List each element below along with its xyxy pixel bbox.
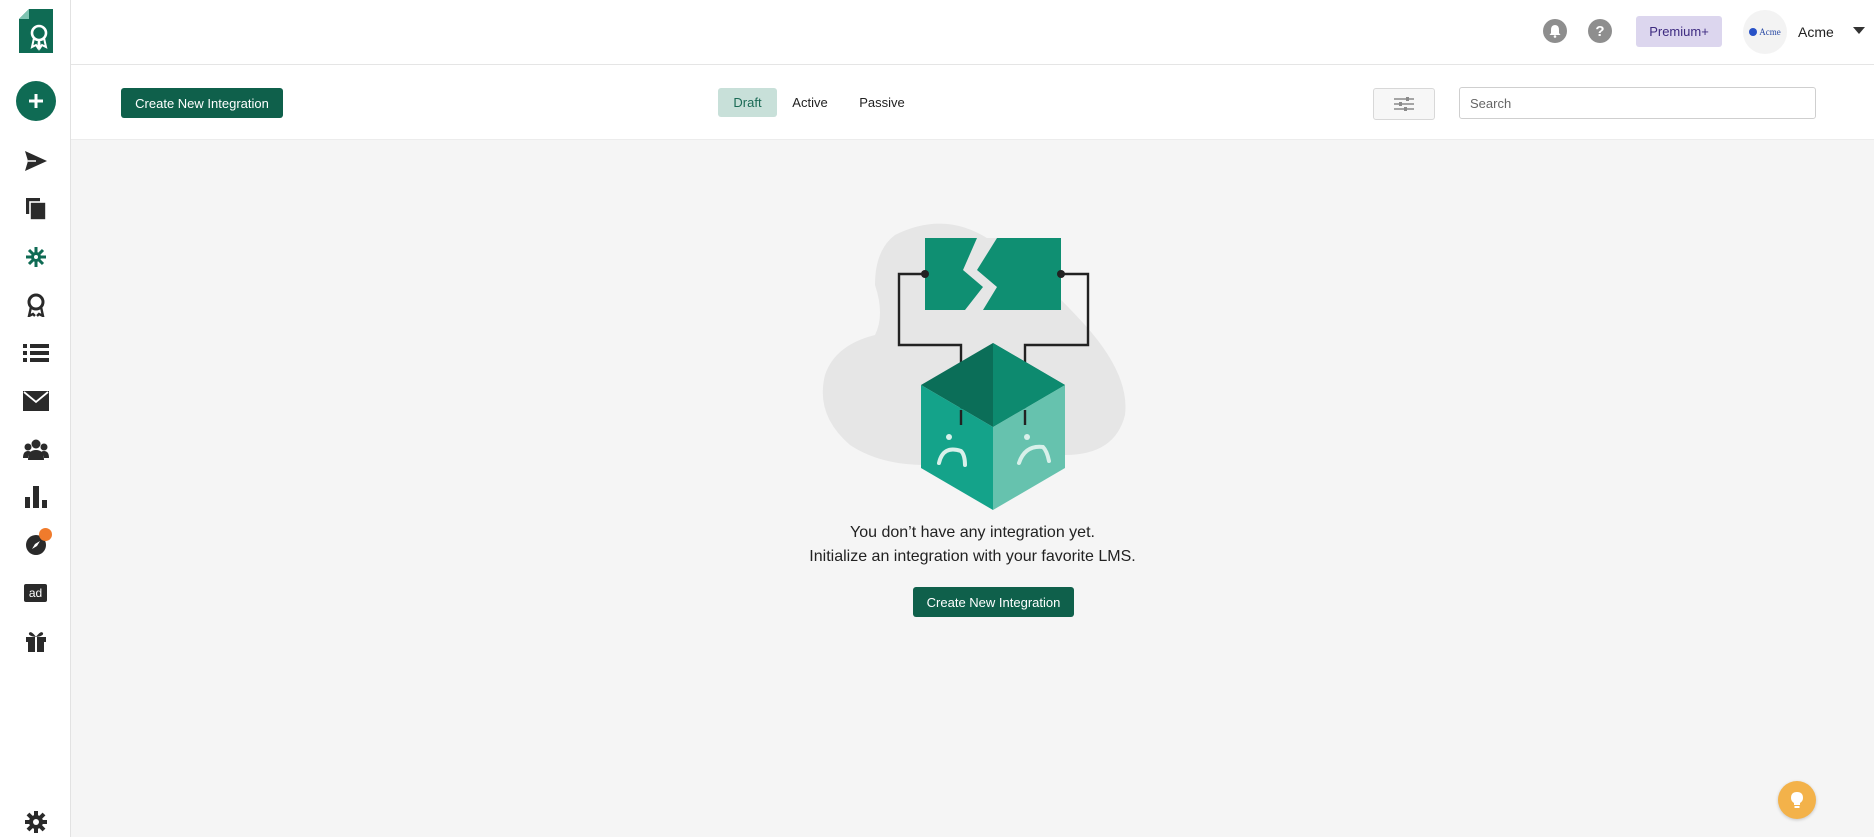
broken-plug xyxy=(925,238,1061,310)
create-integration-button[interactable]: Create New Integration xyxy=(121,88,283,118)
list-icon xyxy=(22,344,49,362)
sidebar-item-badges[interactable] xyxy=(0,285,71,325)
integrations-toolbar: Create New Integration Draft Active Pass… xyxy=(71,65,1874,140)
avatar-text: Acme xyxy=(1759,27,1781,37)
top-bar: ? Premium+ Acme Acme xyxy=(71,0,1874,65)
question-icon: ? xyxy=(1595,22,1605,40)
account-avatar[interactable]: Acme xyxy=(1743,10,1787,54)
help-tips-button[interactable] xyxy=(1778,781,1816,819)
sidebar-item-email[interactable] xyxy=(0,381,71,421)
sidebar: ad xyxy=(0,0,71,837)
notification-dot xyxy=(39,528,52,541)
chevron-down-icon[interactable] xyxy=(1853,27,1865,34)
sidebar-item-ads[interactable]: ad xyxy=(0,573,71,613)
tab-active[interactable]: Active xyxy=(783,88,837,117)
sliders-icon xyxy=(1394,97,1414,111)
copy-icon xyxy=(25,198,47,221)
sidebar-item-lists[interactable] xyxy=(0,333,71,373)
empty-state-subtitle: Initialize an integration with your favo… xyxy=(809,548,1136,565)
notifications-button[interactable] xyxy=(1543,19,1567,43)
help-button[interactable]: ? xyxy=(1588,19,1612,43)
lightbulb-icon xyxy=(1791,792,1803,808)
account-name[interactable]: Acme xyxy=(1798,24,1834,40)
avatar-logo-dot xyxy=(1749,28,1758,36)
empty-state-create-button[interactable]: Create New Integration xyxy=(913,587,1074,617)
sidebar-item-integrations[interactable] xyxy=(0,237,71,277)
award-icon xyxy=(27,293,44,317)
send-icon xyxy=(24,151,47,171)
users-icon xyxy=(22,439,49,460)
tab-passive[interactable]: Passive xyxy=(851,88,913,117)
integration-icon xyxy=(25,247,46,267)
sidebar-item-recipients[interactable] xyxy=(0,429,71,469)
tab-draft[interactable]: Draft xyxy=(718,88,777,117)
sidebar-item-analytics[interactable] xyxy=(0,477,71,517)
filter-button[interactable] xyxy=(1373,88,1435,120)
create-new-button[interactable] xyxy=(0,80,71,122)
sidebar-item-settings[interactable] xyxy=(0,802,71,837)
ad-icon: ad xyxy=(23,584,48,602)
search-input[interactable] xyxy=(1459,87,1816,119)
app-logo[interactable] xyxy=(0,6,71,56)
certificate-logo-icon xyxy=(18,9,53,53)
sidebar-item-explore[interactable] xyxy=(0,525,71,565)
bar-chart-icon xyxy=(24,486,47,508)
bell-icon xyxy=(1549,25,1561,38)
plus-icon xyxy=(15,81,56,121)
empty-state-title: You don’t have any integration yet. xyxy=(850,524,1095,541)
sidebar-item-rewards[interactable] xyxy=(0,621,71,661)
sidebar-item-send[interactable] xyxy=(0,141,71,181)
premium-plan-badge[interactable]: Premium+ xyxy=(1636,16,1722,47)
empty-state-illustration xyxy=(822,223,1126,510)
gift-icon xyxy=(25,632,46,652)
sidebar-item-documents[interactable] xyxy=(0,189,71,229)
gear-icon xyxy=(24,811,47,833)
envelope-icon xyxy=(22,391,49,411)
